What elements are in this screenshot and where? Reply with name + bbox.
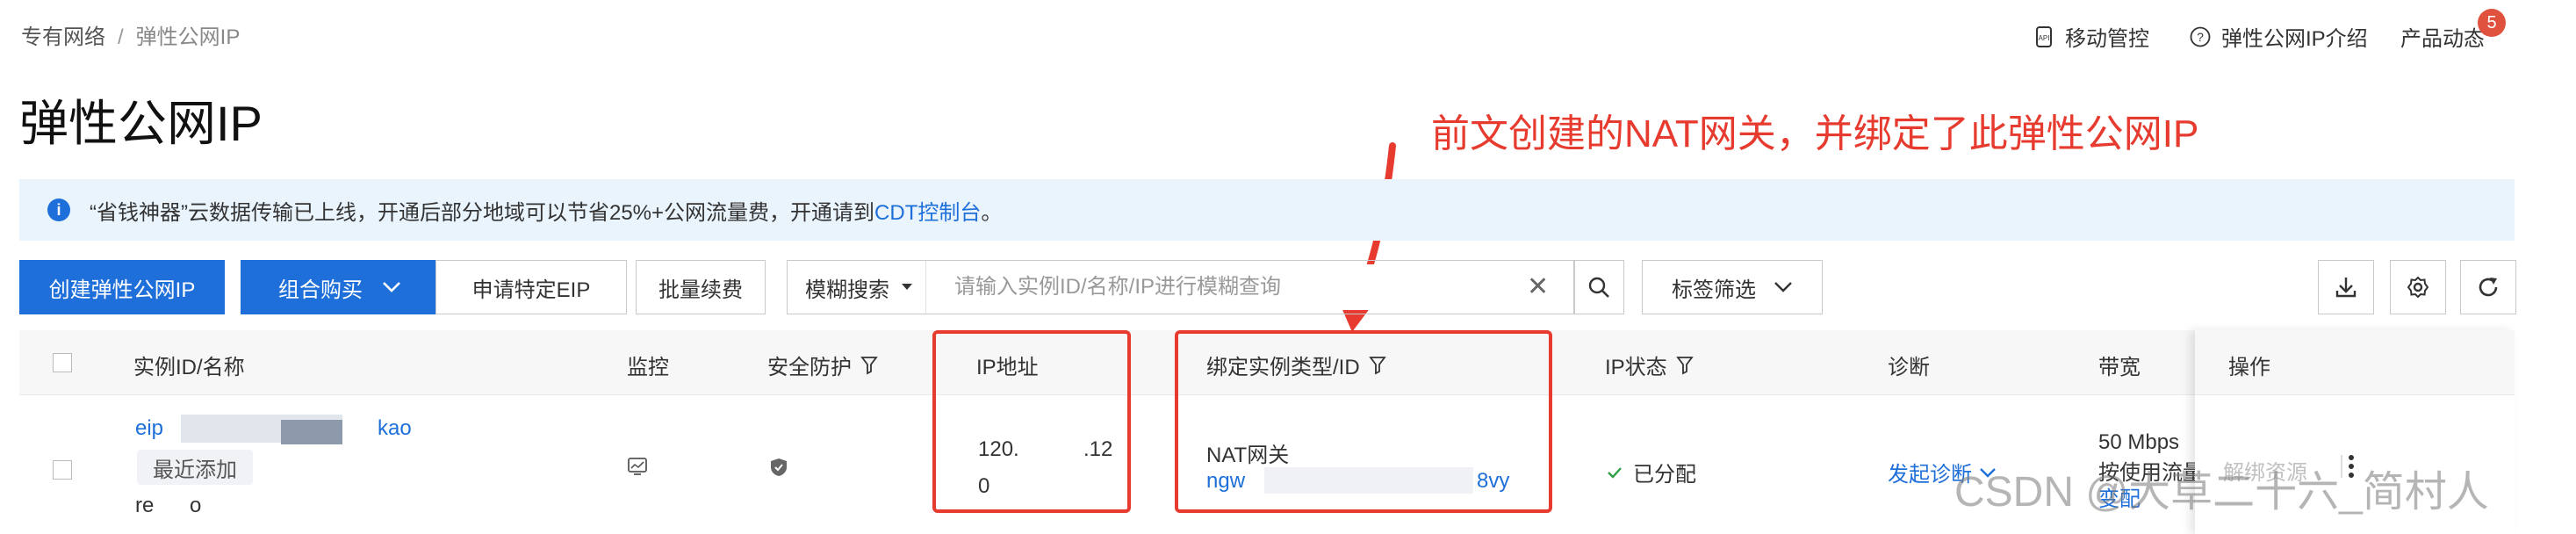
download-icon bbox=[2334, 275, 2358, 299]
bandwidth-value: 50 Mbps bbox=[2098, 430, 2180, 454]
search-button[interactable] bbox=[1573, 260, 1624, 314]
notice-text-end: 。 bbox=[981, 200, 1003, 225]
clear-icon[interactable]: ✕ bbox=[1527, 273, 1549, 301]
product-news-link[interactable]: 产品动态 bbox=[2400, 21, 2485, 52]
batch-renew-button[interactable]: 批量续费 bbox=[636, 260, 766, 314]
recent-added-tag: 最近添加 bbox=[137, 450, 253, 485]
shield-icon bbox=[769, 457, 788, 482]
chevron-down-icon bbox=[382, 281, 401, 293]
apply-special-eip-button[interactable]: 申请特定EIP bbox=[435, 260, 627, 314]
search-mode-label: 模糊搜索 bbox=[805, 278, 889, 302]
breadcrumb-root[interactable]: 专有网络 bbox=[21, 25, 105, 49]
breadcrumb-current: 弹性公网IP bbox=[135, 25, 241, 49]
instance-id-suffix[interactable]: kao bbox=[378, 416, 412, 441]
col-instance: 实例ID/名称 bbox=[133, 356, 245, 379]
col-security: 安全防护 bbox=[767, 350, 878, 380]
gear-icon bbox=[2406, 275, 2430, 299]
mobile-control-label: 移动管控 bbox=[2065, 27, 2149, 51]
col-bandwidth: 带宽 bbox=[2098, 356, 2141, 379]
download-button[interactable] bbox=[2318, 260, 2374, 314]
ip-highlight-box bbox=[932, 330, 1131, 513]
redacted-mask bbox=[281, 420, 342, 444]
svg-text:?: ? bbox=[2197, 30, 2204, 44]
apply-special-eip-label: 申请特定EIP bbox=[471, 278, 591, 302]
search-icon bbox=[1587, 276, 1610, 299]
search-mode-select[interactable]: 模糊搜索 bbox=[788, 261, 926, 314]
select-all-checkbox[interactable] bbox=[53, 353, 72, 372]
filter-icon[interactable] bbox=[1675, 356, 1694, 375]
info-icon: i bbox=[47, 198, 70, 221]
mobile-control-link[interactable]: API 移动管控 bbox=[2033, 21, 2149, 52]
monitor-icon[interactable] bbox=[627, 457, 648, 480]
filter-icon[interactable] bbox=[860, 356, 878, 375]
batch-renew-label: 批量续费 bbox=[658, 278, 743, 302]
col-monitor: 监控 bbox=[627, 356, 669, 379]
ip-status: 已分配 bbox=[1607, 457, 1696, 487]
svg-text:API: API bbox=[2039, 34, 2050, 42]
notice-text: “省钱神器”云数据传输已上线，开通后部分地域可以节省25%+公网流量费，开通请到 bbox=[90, 200, 875, 225]
eip-intro-label: 弹性公网IP介绍 bbox=[2221, 27, 2368, 51]
ip-status-label: 已分配 bbox=[1633, 463, 1696, 487]
check-icon bbox=[1607, 466, 1623, 479]
notice-banner: i “省钱神器”云数据传输已上线，开通后部分地域可以节省25%+公网流量费，开通… bbox=[19, 179, 2515, 241]
caret-down-icon bbox=[902, 284, 912, 291]
col-status-label: IP状态 bbox=[1605, 356, 1667, 379]
refresh-button[interactable] bbox=[2460, 260, 2516, 314]
eip-intro-link[interactable]: ? 弹性公网IP介绍 bbox=[2190, 21, 2368, 52]
create-eip-label: 创建弹性公网IP bbox=[48, 278, 196, 302]
col-security-label: 安全防护 bbox=[767, 356, 852, 379]
news-count-badge: 5 bbox=[2478, 9, 2506, 37]
search-input[interactable] bbox=[926, 264, 1518, 310]
breadcrumb-separator: / bbox=[118, 25, 124, 49]
help-icon: ? bbox=[2190, 26, 2211, 47]
instance-name-suffix: o bbox=[190, 494, 202, 517]
tag-filter-button[interactable]: 标签筛选 bbox=[1642, 260, 1823, 314]
chevron-down-icon bbox=[1774, 281, 1793, 293]
search-bar: 模糊搜索 ✕ bbox=[787, 260, 1575, 314]
breadcrumb: 专有网络 / 弹性公网IP bbox=[21, 19, 240, 50]
refresh-icon bbox=[2476, 275, 2500, 299]
product-news-label: 产品动态 bbox=[2400, 27, 2485, 51]
row-checkbox[interactable] bbox=[53, 460, 72, 480]
binding-highlight-box bbox=[1175, 330, 1552, 513]
instance-id-prefix[interactable]: eip bbox=[135, 416, 163, 441]
cdt-console-link[interactable]: CDT控制台 bbox=[874, 195, 981, 226]
col-actions: 操作 bbox=[2228, 356, 2270, 379]
col-diagnose: 诊断 bbox=[1888, 356, 1930, 379]
watermark: CSDN @大草二十六_简村人 bbox=[1954, 469, 2489, 516]
annotation-text: 前文创建的NAT网关，并绑定了此弹性公网IP bbox=[1431, 112, 2199, 155]
tag-filter-label: 标签筛选 bbox=[1672, 278, 1756, 302]
instance-name-prefix: re bbox=[135, 494, 155, 517]
combo-purchase-label: 组合购买 bbox=[278, 278, 363, 302]
mobile-icon: API bbox=[2033, 25, 2054, 47]
combo-purchase-button[interactable]: 组合购买 bbox=[241, 260, 439, 314]
settings-button[interactable] bbox=[2390, 260, 2446, 314]
create-eip-button[interactable]: 创建弹性公网IP bbox=[19, 260, 225, 314]
page-title: 弹性公网IP bbox=[19, 96, 263, 151]
col-status: IP状态 bbox=[1605, 350, 1694, 380]
